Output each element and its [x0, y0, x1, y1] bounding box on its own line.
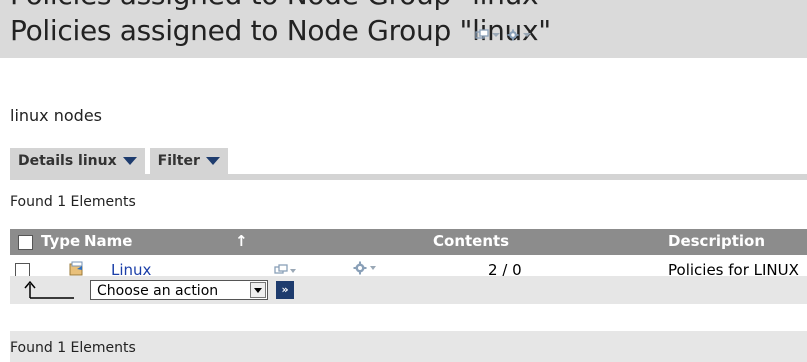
column-header-type[interactable]: Type: [41, 232, 80, 250]
title-tools: [475, 29, 531, 41]
tab-underline: [10, 174, 807, 180]
column-header-description[interactable]: Description: [668, 232, 765, 250]
chevron-down-icon[interactable]: [250, 282, 266, 298]
group-description: linux nodes: [10, 106, 102, 125]
tab-filter[interactable]: Filter: [149, 148, 228, 174]
tab-label: Details linux: [18, 153, 117, 169]
title-bar: Policies assigned to Node Group "linux" …: [0, 0, 807, 58]
tab-bar: Details linux Filter: [10, 148, 228, 174]
gear-icon[interactable]: [506, 29, 531, 41]
chevron-down-icon: [205, 157, 220, 165]
cut-off-title: Policies assigned to Node Group "linux": [10, 0, 551, 11]
column-header-name[interactable]: Name: [84, 232, 132, 250]
page-title: Policies assigned to Node Group "linux": [10, 14, 551, 47]
selection-arrow-icon: [24, 280, 74, 299]
action-select-value: Choose an action: [97, 283, 219, 299]
sort-ascending-icon[interactable]: ↑: [235, 232, 248, 250]
go-button[interactable]: »: [276, 281, 294, 299]
chevron-down-icon: [523, 33, 531, 37]
action-bar: Choose an action »: [10, 276, 807, 304]
table-header: Type Name ↑ Contents Description: [10, 229, 807, 255]
found-count-bottom: Found 1 Elements: [10, 340, 136, 356]
found-count-top: Found 1 Elements: [10, 194, 136, 210]
chevron-down-icon: [122, 157, 137, 165]
select-all-checkbox[interactable]: [18, 235, 33, 250]
column-header-contents[interactable]: Contents: [433, 232, 509, 250]
tab-label: Filter: [157, 153, 200, 169]
action-select[interactable]: Choose an action: [90, 280, 268, 300]
chevron-down-icon: [492, 33, 500, 37]
window-icon[interactable]: [475, 29, 500, 41]
tab-details-linux[interactable]: Details linux: [10, 148, 145, 174]
